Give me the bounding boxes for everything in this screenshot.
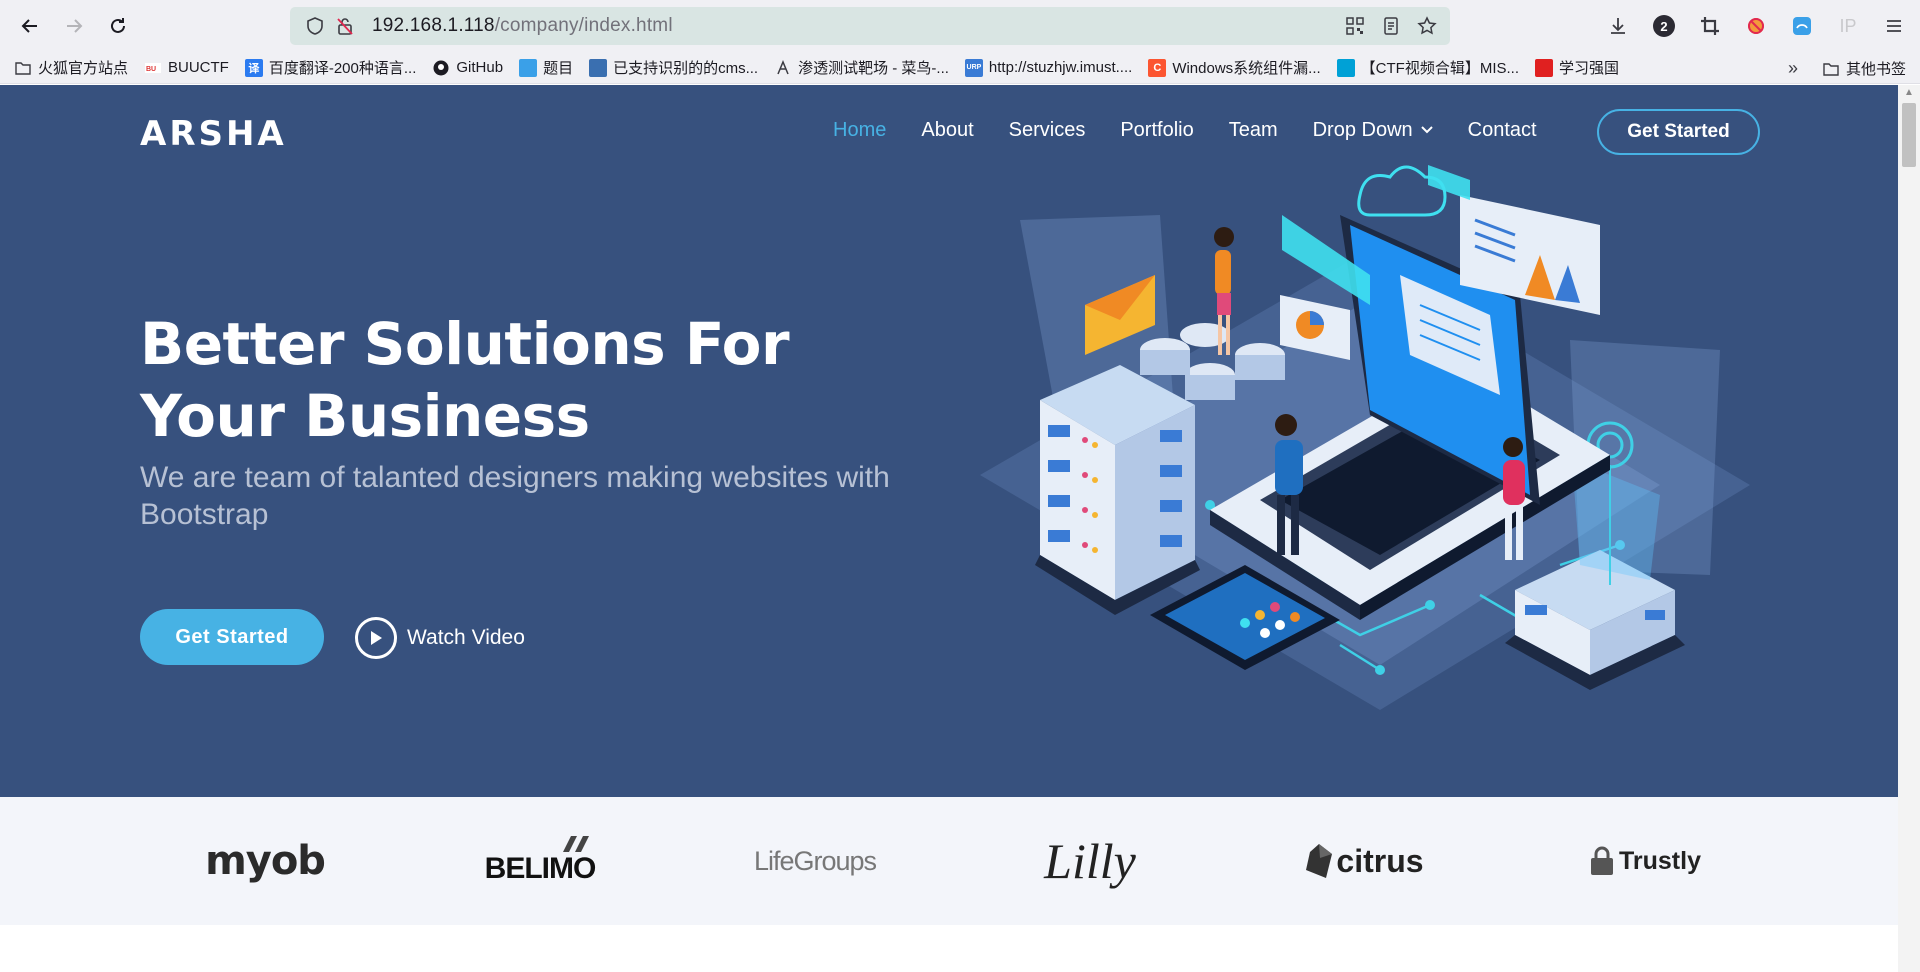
clients-section: myob BELIMO LifeGroups Lilly citrus Trus…: [0, 797, 1898, 925]
hero-section: ARSHA Home About Services Portfolio Team Drop…: [0, 85, 1898, 797]
client-logo-lilly: Lilly: [1010, 797, 1170, 925]
csdn-icon: C: [1148, 58, 1167, 77]
client-name: Lilly: [1044, 833, 1136, 889]
browser-toolbar: 192.168.1.118/company/index.html 2 IP: [0, 0, 1920, 52]
reader-view-icon[interactable]: [1378, 13, 1404, 39]
bookmark-label: GitHub: [456, 59, 504, 76]
bilibili-icon: [1336, 58, 1355, 77]
bookmark-item[interactable]: 【CTF视频合辑】MIS...: [1336, 57, 1520, 78]
belimo-stripes-icon: [563, 836, 590, 852]
bookmark-label: 题目: [543, 60, 574, 77]
shield-icon[interactable]: [302, 13, 328, 39]
play-icon: [355, 617, 397, 659]
hero-get-started-button[interactable]: Get Started: [140, 609, 324, 665]
crop-icon[interactable]: [1692, 8, 1728, 44]
menu-icon[interactable]: [1876, 8, 1912, 44]
ip-extension-icon[interactable]: IP: [1830, 8, 1866, 44]
forward-button[interactable]: [52, 4, 96, 48]
lock-icon: [1591, 846, 1613, 875]
bookmark-label: BUUCTF: [168, 59, 229, 76]
buuctf-icon: BU: [144, 59, 162, 77]
bookmark-label: 火狐官方站点: [38, 60, 129, 77]
insecure-lock-icon[interactable]: [332, 13, 358, 39]
bookmark-label: 学习强国: [1559, 60, 1620, 77]
bookmark-star-icon[interactable]: [1414, 13, 1440, 39]
python-icon: [589, 58, 608, 77]
folder-icon: [1822, 60, 1840, 78]
bookmark-item[interactable]: 已支持识别的的cms...: [589, 57, 758, 78]
blocked-extension-icon[interactable]: [1738, 8, 1774, 44]
bookmark-item[interactable]: 火狐官方站点: [14, 57, 128, 78]
client-logo-lifegroups: LifeGroups: [740, 797, 890, 925]
hero-title: Better Solutions For Your Business: [140, 310, 790, 450]
tiku-icon: [519, 58, 538, 77]
github-icon: [432, 59, 450, 77]
url-text[interactable]: 192.168.1.118/company/index.html: [372, 15, 673, 37]
reload-button[interactable]: [96, 4, 140, 48]
watch-video-link[interactable]: Watch Video: [355, 617, 525, 659]
client-name: LifeGroups: [753, 845, 877, 876]
url-host: 192.168.1.118: [372, 15, 495, 36]
bookmark-item[interactable]: 渗透测试靶场 - 菜鸟-...: [774, 57, 949, 78]
bookmark-item[interactable]: GitHub: [432, 59, 503, 77]
nav-label: Home: [833, 118, 887, 141]
bookmark-item[interactable]: URP http://stuzhjw.imust....: [964, 58, 1133, 77]
bookmark-label: 百度翻译-200种语言...: [268, 60, 417, 77]
xuexi-icon: [1535, 58, 1554, 77]
back-button[interactable]: [8, 4, 52, 48]
bookmark-label: 已支持识别的的cms...: [613, 60, 759, 77]
watch-video-label: Watch Video: [407, 626, 525, 649]
client-name: myob: [205, 838, 326, 884]
url-path: /company/index.html: [494, 15, 673, 36]
urp-icon: URP: [964, 58, 983, 77]
translate-icon: 译: [244, 58, 263, 77]
nav-home[interactable]: Home: [833, 107, 886, 153]
bookmark-label: http://stuzhjw.imust....: [988, 59, 1133, 76]
downloads-icon[interactable]: [1600, 8, 1636, 44]
url-bar[interactable]: 192.168.1.118/company/index.html: [290, 7, 1450, 45]
client-logo-citrus: citrus: [1290, 797, 1440, 925]
bookmark-item[interactable]: 学习强国: [1535, 57, 1619, 78]
client-name: BELIMO: [484, 852, 597, 885]
notification-badge[interactable]: 2: [1653, 15, 1675, 37]
client-logo-trustly: Trustly: [1565, 797, 1725, 925]
bookmarks-bar: 火狐官方站点 BU BUUCTF 译百度翻译-200种语言... GitHub 题目 已支持…: [0, 52, 1920, 84]
other-bookmarks-label: 其他书签: [1845, 61, 1906, 78]
more-bookmarks-icon[interactable]: »: [1788, 58, 1798, 79]
arrow-left-icon: [21, 19, 37, 33]
client-name: Trustly: [1619, 846, 1701, 875]
bookmark-label: Windows系统组件漏...: [1172, 60, 1321, 77]
translate-extension-icon[interactable]: [1784, 8, 1820, 44]
reload-icon: [111, 18, 125, 33]
hero-illustration: [980, 165, 1750, 710]
cainiao-icon: [774, 59, 792, 77]
hero-subtitle: We are team of talanted designers making…: [140, 461, 890, 531]
citrus-shape-icon: [1306, 844, 1333, 878]
bookmark-item[interactable]: 译百度翻译-200种语言...: [244, 57, 417, 78]
other-bookmarks-folder[interactable]: 其他书签: [1822, 58, 1906, 79]
client-logo-belimo: BELIMO: [465, 797, 615, 925]
bookmark-item[interactable]: BU BUUCTF: [144, 59, 229, 77]
bookmark-label: 【CTF视频合辑】MIS...: [1360, 60, 1520, 77]
svg-text:BU: BU: [146, 66, 156, 73]
next-section: [0, 925, 1898, 972]
page-scrollbar[interactable]: ▲: [1898, 85, 1920, 972]
arrow-right-icon: [67, 19, 83, 33]
site-logo[interactable]: ARSHA: [140, 114, 287, 154]
scrollbar-thumb[interactable]: [1902, 103, 1916, 167]
client-logo-myob: myob: [190, 797, 340, 925]
folder-icon: [14, 59, 32, 77]
bookmark-label: 渗透测试靶场 - 菜鸟-...: [798, 60, 949, 77]
qr-code-icon[interactable]: [1342, 13, 1368, 39]
scroll-up-icon[interactable]: ▲: [1904, 87, 1914, 98]
bookmark-item[interactable]: 题目: [519, 57, 573, 78]
bookmark-item[interactable]: C Windows系统组件漏...: [1148, 57, 1321, 78]
client-name: citrus: [1336, 842, 1424, 879]
